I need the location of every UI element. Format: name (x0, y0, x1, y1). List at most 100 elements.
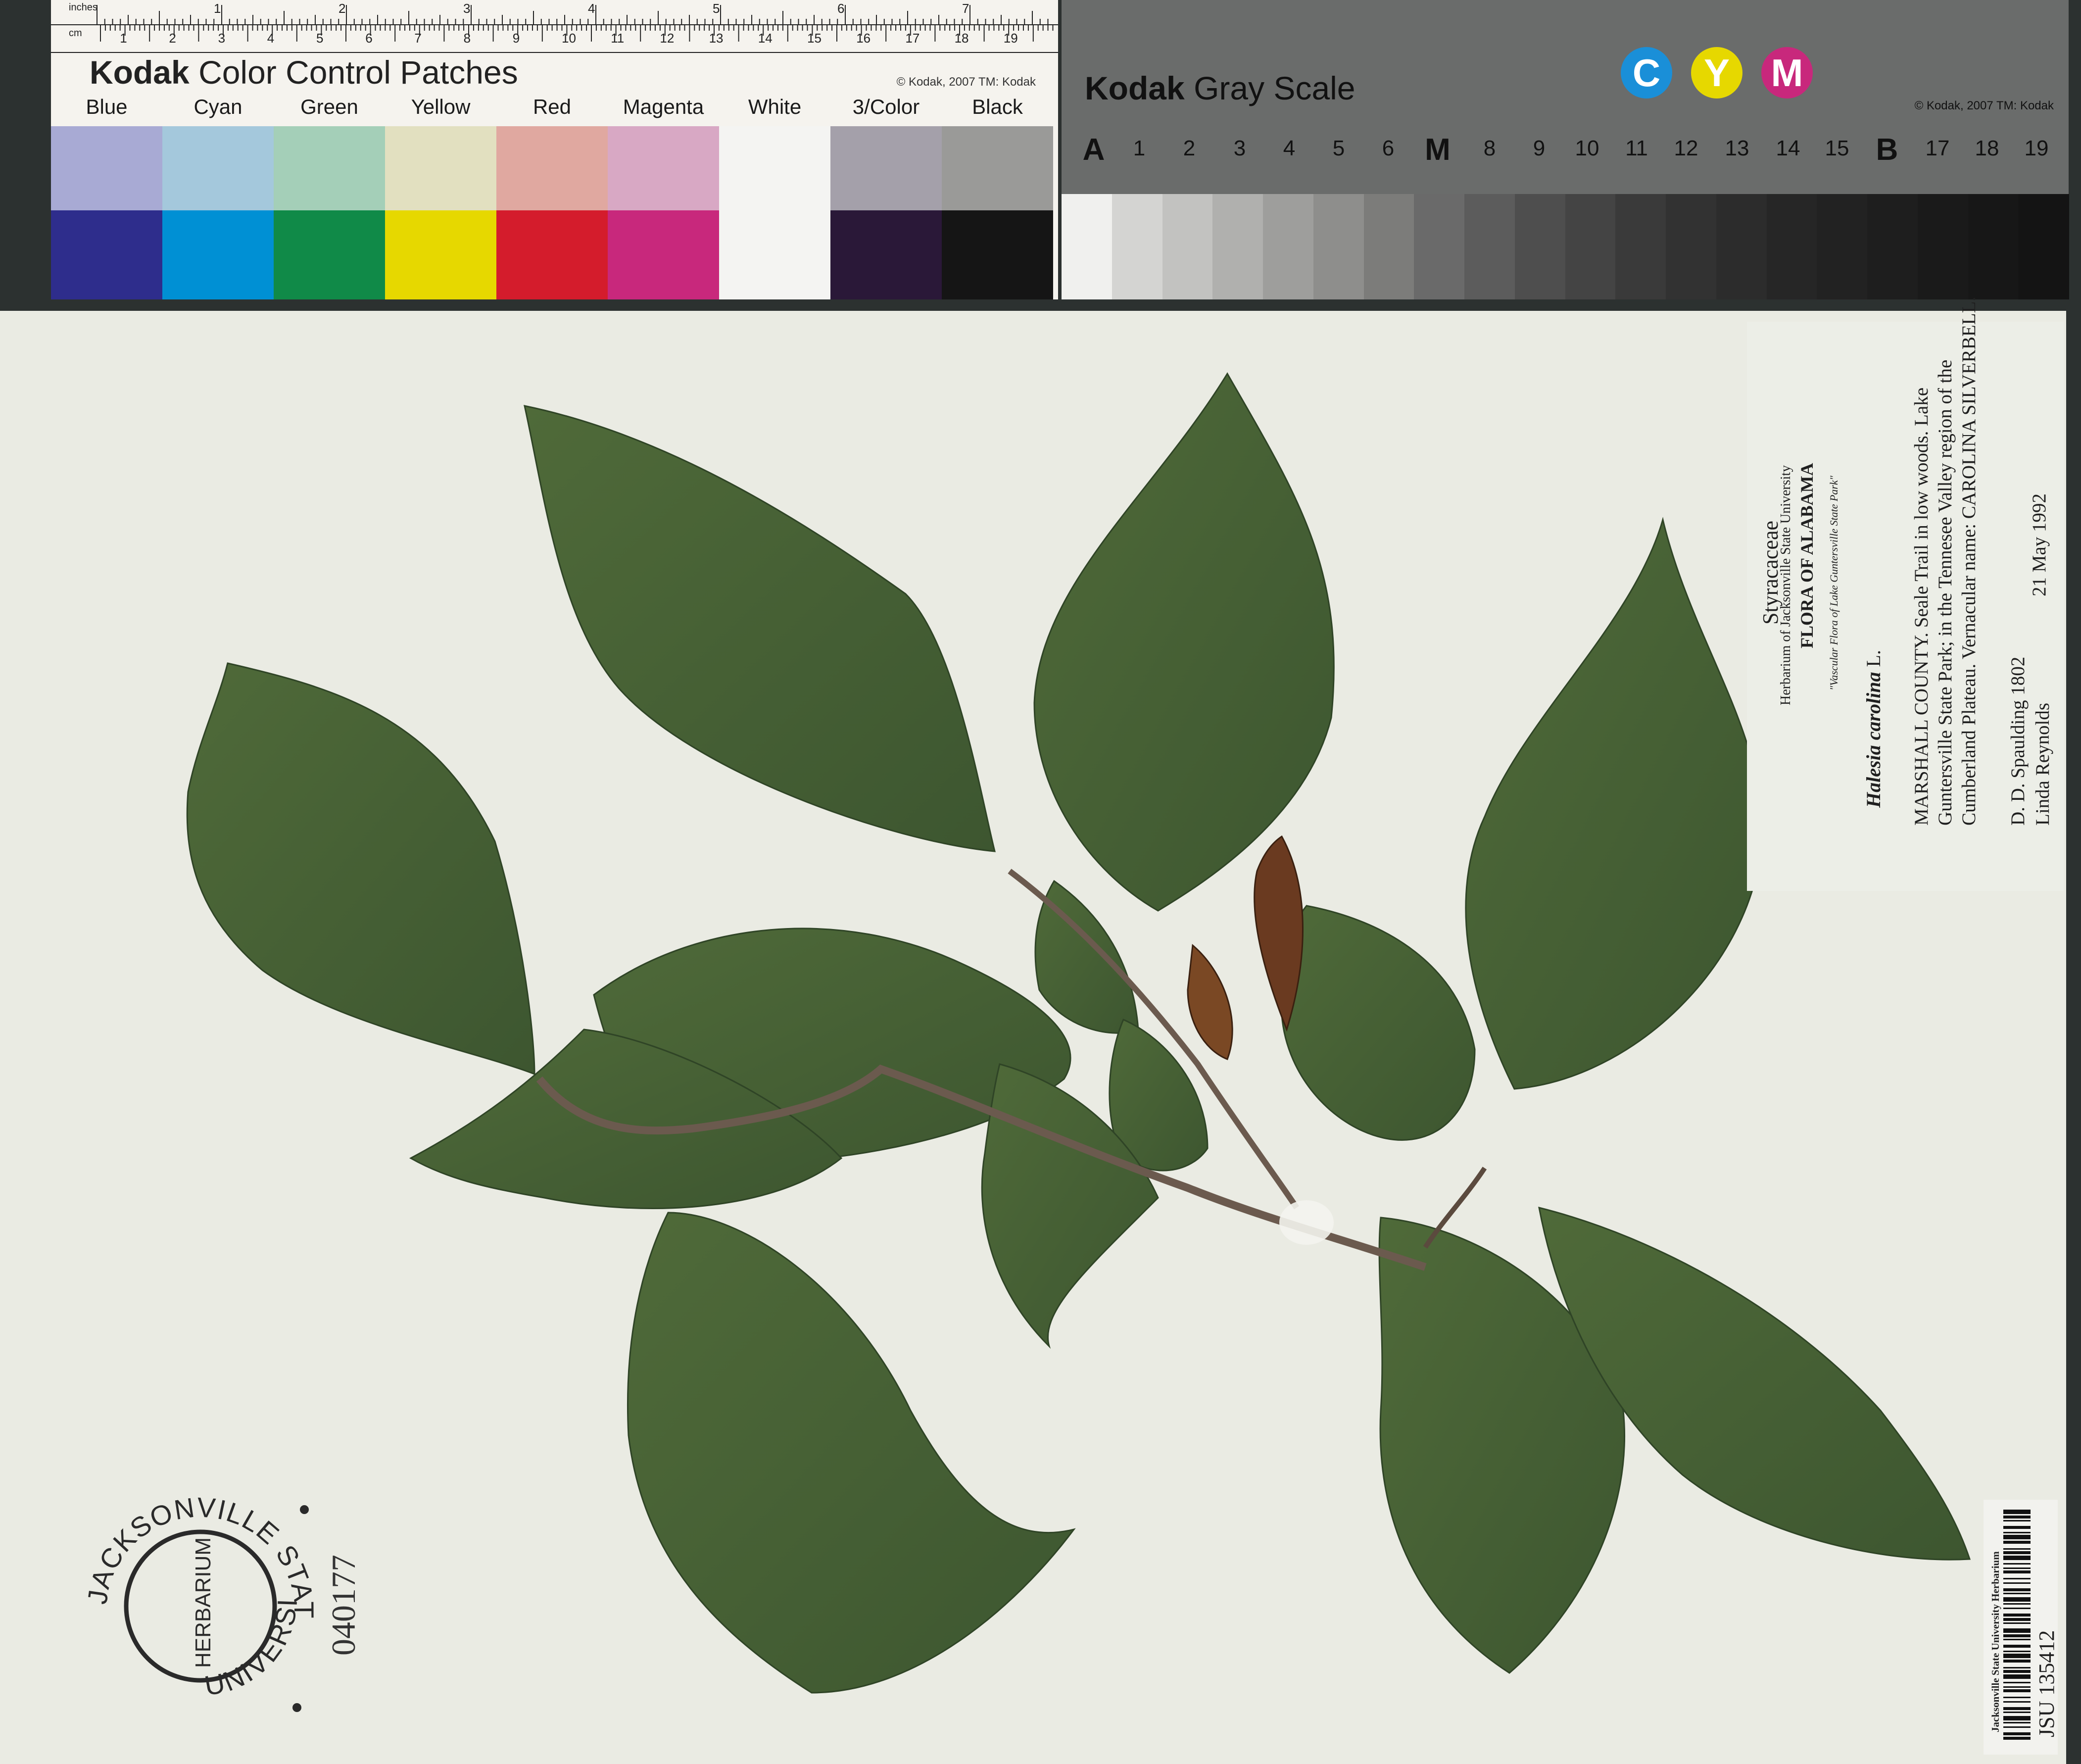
cm-tick-label: 5 (316, 31, 324, 46)
barcode-bar (2003, 1716, 2031, 1720)
gray-step (1968, 194, 2019, 299)
label-date: 21 May 1992 (2029, 493, 2050, 596)
cyan-dot: C (1621, 47, 1672, 98)
gray-step-label: 14 (1776, 136, 1800, 160)
patch-name: Blue (86, 95, 128, 118)
barcode-bar (2003, 1651, 2031, 1652)
patch-name: Cyan (194, 95, 242, 118)
gray-step (1313, 194, 1364, 299)
color-patch-dark (942, 210, 1053, 299)
patch-name: Green (300, 95, 358, 118)
cm-unit: cm (69, 28, 82, 39)
patch-name: Magenta (623, 95, 704, 118)
patch-name: Yellow (411, 95, 471, 118)
gray-step-label: 17 (1925, 136, 1950, 160)
barcode-bar (2003, 1628, 2031, 1633)
herbarium-stamp: JACKSONVILLE STATE UNIVERSITY HERBARIUM (84, 1490, 317, 1712)
cm-tick-label: 13 (709, 31, 724, 46)
barcode-bar (2003, 1670, 2031, 1673)
cm-tick-label: 8 (463, 31, 471, 46)
barcode-bar (2003, 1608, 2031, 1609)
gray-step (1464, 194, 1515, 299)
color-card-copyright: © Kodak, 2007 TM: Kodak (896, 75, 1036, 89)
gray-step-label: M (1425, 133, 1451, 167)
color-patch-light (942, 126, 1053, 210)
inch-tick-label: 4 (588, 1, 595, 16)
gray-step-label: 4 (1283, 136, 1296, 160)
inch-tick-label: 3 (463, 1, 471, 16)
gray-step-label: 6 (1382, 136, 1395, 160)
cm-tick-label: 6 (365, 31, 373, 46)
label-species-line: Halesia carolina L. (1862, 650, 1885, 808)
label-locality-2: Guntersville State Park; in the Tennesee… (1935, 359, 1956, 826)
cm-tick-label: 2 (169, 31, 176, 46)
patch-name: White (748, 95, 802, 118)
barcode-bar (2003, 1660, 2031, 1663)
color-patch-light (719, 126, 830, 210)
barcode-bar (2003, 1603, 2031, 1605)
stamp-center-text: HERBARIUM (191, 1537, 215, 1668)
gray-step (1666, 194, 1717, 299)
barcode-bar (2003, 1701, 2031, 1703)
gray-step (1565, 194, 1616, 299)
barcode-bar (2003, 1541, 2031, 1544)
cm-tick-label: 14 (758, 31, 773, 46)
barcode-institution: Jacksonville State University Herbarium (1989, 1551, 2001, 1732)
color-patch-light (162, 126, 274, 210)
barcode-bar (2003, 1582, 2031, 1584)
barcode-bar (2003, 1535, 2031, 1539)
barcode-bar (2003, 1618, 2031, 1621)
gray-step-labels: A 1 2 3 4 5 6 M 8 9 10 11 12 13 14 15 B 17 18 19 (1062, 133, 2069, 176)
barcode-bar (2003, 1520, 2031, 1521)
gray-step-label: A (1082, 133, 1105, 167)
gray-step (1112, 194, 1163, 299)
gray-step (1062, 194, 1113, 299)
gray-step (1917, 194, 1969, 299)
barcode-bar (2003, 1568, 2031, 1569)
gray-step (1162, 194, 1213, 299)
barcode-bar (2003, 1639, 2031, 1640)
cm-tick-label: 1 (120, 31, 127, 46)
color-patch-light (385, 126, 496, 210)
gray-card-title: Kodak Gray Scale (1085, 69, 1355, 107)
barcode-bar (2003, 1707, 2031, 1710)
barcode-bar (2003, 1556, 2031, 1560)
gray-step-label: 10 (1575, 136, 1599, 160)
barcode-bar (2003, 1510, 2031, 1514)
label-species: Halesia carolina (1862, 672, 1885, 808)
barcode-bar (2003, 1597, 2031, 1602)
gray-step (1363, 194, 1415, 299)
gray-step (1514, 194, 1566, 299)
color-patch-dark (385, 210, 496, 299)
accession-number: 040177 (325, 1555, 362, 1656)
kodak-logo: Kodak (1085, 70, 1185, 106)
color-patch-light (608, 126, 719, 210)
barcode-bar (2003, 1667, 2031, 1668)
inch-tick-label: 2 (339, 1, 346, 16)
gray-card-copyright: © Kodak, 2007 TM: Kodak (1914, 99, 2054, 112)
barcode-bar (2003, 1593, 2031, 1594)
gray-step-strip (1062, 194, 2069, 299)
gray-step (1766, 194, 1818, 299)
patch-name: Black (972, 95, 1023, 118)
gray-scale-card: Kodak Gray Scale © Kodak, 2007 TM: Kodak… (1062, 0, 2069, 299)
barcode-bar (2003, 1578, 2031, 1579)
inch-tick-label: 6 (837, 1, 845, 16)
gray-step-label: 3 (1233, 136, 1246, 160)
label-collector: D. D. Spaulding 1802 (2007, 656, 2029, 826)
stamp-dot (300, 1505, 309, 1514)
inches-unit: inches (69, 2, 97, 13)
barcode-bar (2003, 1634, 2031, 1637)
cm-tick-label: 4 (267, 31, 275, 46)
fruit (1187, 944, 1233, 1060)
barcode-bar (2003, 1588, 2031, 1591)
cm-tick-label: 7 (414, 31, 422, 46)
cm-tick-label: 19 (1003, 31, 1018, 46)
barcode-bar (2003, 1654, 2031, 1658)
gray-step-label: 12 (1674, 136, 1698, 160)
color-patch-light (51, 126, 162, 210)
magenta-dot: M (1761, 47, 1813, 98)
stamp-dot (292, 1703, 301, 1712)
cm-tick-label: 3 (218, 31, 226, 46)
leaf (524, 405, 996, 852)
